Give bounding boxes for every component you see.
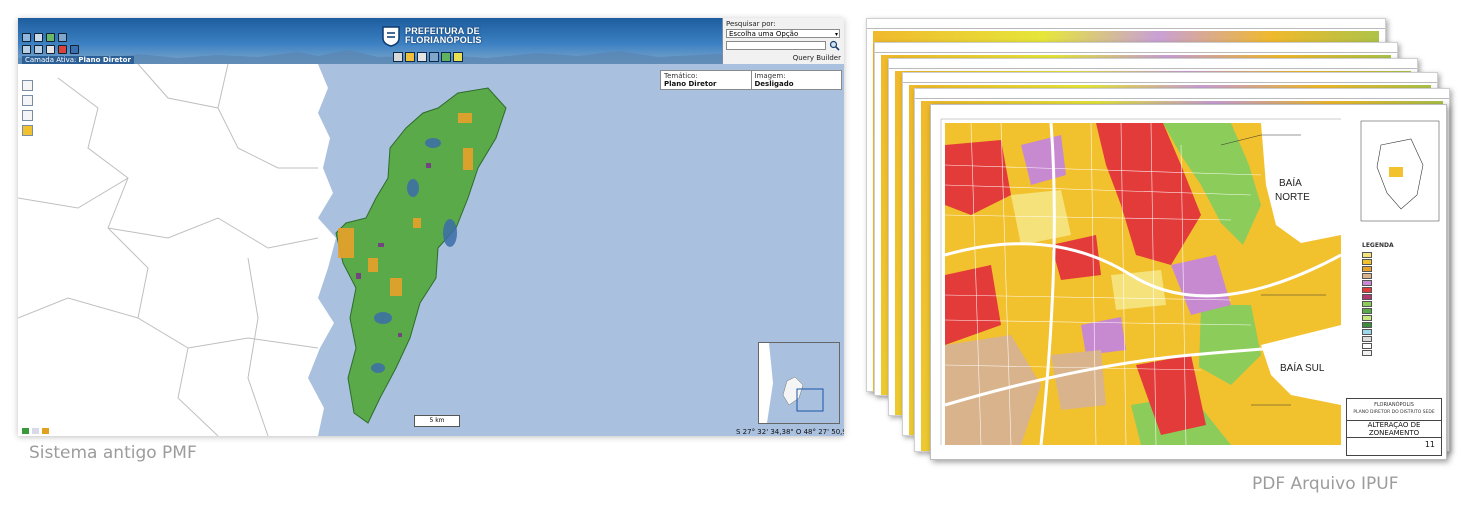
theme-icon-5[interactable] (441, 52, 451, 62)
city-seal-icon (382, 26, 400, 47)
legend-row (1362, 287, 1374, 293)
mainland-area (18, 64, 336, 436)
theme-icon-6[interactable] (453, 52, 463, 62)
scale-bar: 5 km (414, 415, 460, 427)
search-panel: Pesquisar por: Escolha uma Opção ▾ Query … (722, 18, 844, 64)
thematic-label: Temático: (664, 72, 698, 80)
search-type-select[interactable]: Escolha uma Opção ▾ (726, 29, 840, 38)
legend-row (1362, 343, 1374, 349)
pan-tool-icon[interactable] (46, 45, 55, 54)
theme-icon-3[interactable] (417, 52, 427, 62)
theme-icon-2[interactable] (405, 52, 415, 62)
legend-row (1362, 259, 1374, 265)
full-extent-icon[interactable] (22, 80, 33, 91)
viewer-header-banner: Camada Ativa: Plano Diretor PREFEITURA DE… (18, 18, 844, 64)
measure-icon[interactable] (22, 110, 33, 121)
north-bay-label-2: NORTE (1275, 192, 1310, 203)
active-layer-bar: Camada Ativa: Plano Diretor (22, 56, 134, 64)
image-label: Imagem: (754, 72, 786, 80)
legend-row (1362, 308, 1374, 314)
layers-tool-icon[interactable] (22, 33, 31, 42)
south-bay-label: BAÍA SUL (1280, 361, 1325, 374)
overview-map[interactable] (758, 342, 840, 424)
search-label: Pesquisar por: (726, 20, 776, 28)
flag-brazil-icon[interactable] (22, 428, 29, 434)
legend-row (1362, 266, 1374, 272)
search-icon[interactable] (829, 40, 840, 51)
zoom-in-icon[interactable] (22, 45, 31, 54)
title-block-city: FLORIANÓPOLIS (1374, 402, 1414, 408)
thematic-info: Temático: Plano Diretor (661, 71, 751, 89)
search-select-value: Escolha uma Opção (729, 30, 799, 38)
clear-icon[interactable] (58, 45, 67, 54)
title-block-plan: PLANO DIRETOR DO DISTRITO SEDE (1353, 410, 1435, 415)
zoom-out-icon[interactable] (34, 45, 43, 54)
add-layer-icon[interactable] (46, 33, 55, 42)
legend-row (1362, 294, 1374, 300)
legend-row (1362, 350, 1374, 356)
active-layer-value: Plano Diretor (78, 56, 131, 64)
active-layer-label: Camada Ativa: (25, 56, 77, 64)
image-value: Desligado (754, 80, 794, 88)
north-bay-label-1: BAÍA (1279, 176, 1302, 189)
legend-row (1362, 336, 1374, 342)
legend-row (1362, 329, 1374, 335)
identify-icon[interactable] (22, 95, 33, 106)
image-info: Imagem: Desligado (750, 71, 842, 89)
warning-icon[interactable] (22, 125, 33, 136)
print-tool-icon[interactable] (34, 33, 43, 42)
legend-row (1362, 322, 1374, 328)
theme-icon-4[interactable] (429, 52, 439, 62)
search-input[interactable] (726, 41, 826, 50)
legend-row (1362, 315, 1374, 321)
legend-row (1362, 252, 1374, 258)
side-toolbar (22, 80, 33, 136)
caption-pdf-archive: PDF Arquivo IPUF (1252, 474, 1399, 494)
language-flags (22, 428, 49, 434)
theme-toolbar (393, 52, 463, 62)
legend-row (1362, 280, 1374, 286)
title-block-title: ALTERAÇÃO DE ZONEAMENTO (1347, 420, 1441, 438)
theme-icon-1[interactable] (393, 52, 403, 62)
title-block: FLORIANÓPOLIS PLANO DIRETOR DO DISTRITO … (1346, 398, 1442, 456)
legend-row (1362, 273, 1374, 279)
query-builder-link[interactable]: Query Builder (793, 54, 841, 62)
flag-usa-icon[interactable] (32, 428, 39, 434)
gis-viewer-window: Camada Ativa: Plano Diretor PREFEITURA DE… (18, 18, 844, 436)
flag-spain-icon[interactable] (42, 428, 49, 434)
legend-title: LEGENDA (1362, 242, 1394, 249)
info-tool-icon[interactable] (70, 45, 79, 54)
brand-logo: PREFEITURA DE FLORIANÓPOLIS (381, 24, 482, 48)
brand-name: PREFEITURA DE FLORIANÓPOLIS (405, 26, 482, 45)
map-tool-icon[interactable] (58, 33, 67, 42)
info-panel: Temático: Plano Diretor Imagem: Desligad… (660, 70, 842, 90)
sheet-number: 11 (1424, 440, 1435, 449)
thematic-value: Plano Diretor (664, 80, 717, 88)
chevron-down-icon: ▾ (834, 31, 838, 38)
caption-old-system: Sistema antigo PMF (29, 443, 197, 463)
cursor-coordinates: S 27° 32' 34,38" O 48° 27' 50,92" (736, 428, 844, 436)
legend-row (1362, 301, 1374, 307)
